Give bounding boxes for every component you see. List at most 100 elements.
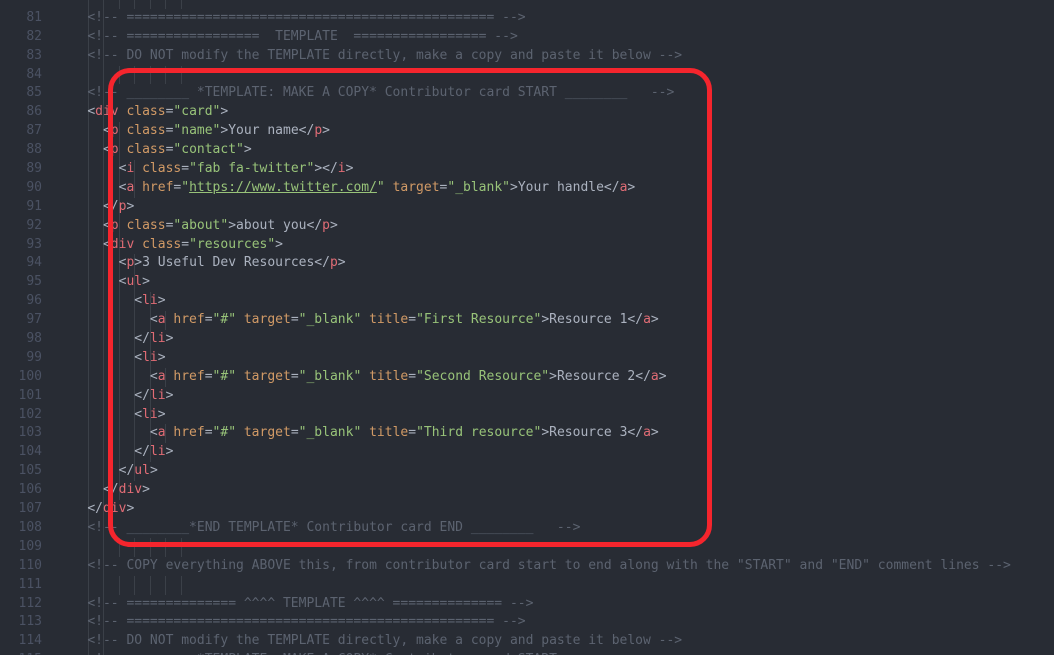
code-line[interactable]: 99 <li> <box>0 348 1054 368</box>
code-line[interactable]: 83 <!-- DO NOT modify the TEMPLATE direc… <box>0 46 1054 66</box>
code-line[interactable]: 111 <box>0 575 1054 595</box>
code-line[interactable]: 103 <a href="#" target="_blank" title="T… <box>0 424 1054 444</box>
code-line[interactable]: 109 <box>0 537 1054 557</box>
code-line[interactable] <box>0 0 1054 9</box>
code-text[interactable] <box>56 0 1054 9</box>
code-surface[interactable]: 81 <!-- ================================… <box>0 0 1054 655</box>
line-number: 111 <box>18 576 42 592</box>
code-token: href <box>173 368 205 384</box>
code-line[interactable]: 110 <!-- COPY everything ABOVE this, fro… <box>0 556 1054 576</box>
code-line[interactable]: 106 </div> <box>0 481 1054 501</box>
code-line[interactable]: 87 <p class="name">Your name</p> <box>0 122 1054 142</box>
code-text[interactable]: <!-- DO NOT modify the TEMPLATE directly… <box>56 632 1054 652</box>
indent-guides <box>56 292 1054 312</box>
code-line[interactable]: 94 <p>3 Useful Dev Resources</p> <box>0 254 1054 274</box>
code-line[interactable]: 101 </li> <box>0 386 1054 406</box>
code-text[interactable]: </div> <box>56 500 1054 519</box>
code-text[interactable]: </li> <box>56 386 1054 406</box>
code-editor[interactable]: 81 <!-- ================================… <box>0 0 1054 655</box>
code-text[interactable]: <a href="https://www.twitter.com/" targe… <box>56 178 1054 198</box>
code-text[interactable]: <!-- COPY everything ABOVE this, from co… <box>56 556 1054 576</box>
code-token: li <box>149 387 166 403</box>
code-text[interactable]: <!-- ===================================… <box>56 8 1054 28</box>
code-line[interactable]: 85 <!-- ________ *TEMPLATE: MAKE A COPY*… <box>0 84 1054 104</box>
code-text[interactable]: </ul> <box>56 462 1054 482</box>
code-text[interactable]: <li> <box>56 348 1054 368</box>
code-line[interactable]: 93 <div class="resources"> <box>0 235 1054 255</box>
code-line[interactable]: 102 <li> <box>0 405 1054 425</box>
code-text[interactable]: </li> <box>56 443 1054 463</box>
code-token: Resource 1 <box>549 312 628 328</box>
code-text[interactable] <box>56 575 1054 595</box>
code-line[interactable]: 91 </p> <box>0 197 1054 217</box>
code-text[interactable]: <li> <box>56 405 1054 425</box>
code-text[interactable]: <div class="card"> <box>56 103 1054 123</box>
code-line[interactable]: 114 <!-- DO NOT modify the TEMPLATE dire… <box>0 632 1054 652</box>
code-token: p <box>322 217 330 233</box>
code-line[interactable]: 97 <a href="#" target="_blank" title="Fi… <box>0 311 1054 331</box>
indent-guides <box>56 462 1054 482</box>
code-token: < <box>134 349 143 365</box>
code-token: target <box>392 179 440 195</box>
code-token: = <box>290 368 299 384</box>
code-line[interactable]: 81 <!-- ================================… <box>0 8 1054 28</box>
code-token: "about" <box>173 217 229 233</box>
code-text[interactable]: <!-- ________*END TEMPLATE* Contributor … <box>56 518 1054 538</box>
code-line[interactable]: 112 <!-- ============== ^^^^ TEMPLATE ^^… <box>0 594 1054 614</box>
code-text[interactable]: <p class="name">Your name</p> <box>56 122 1054 142</box>
code-text[interactable]: </p> <box>56 197 1054 217</box>
code-text[interactable] <box>56 537 1054 557</box>
code-text[interactable]: <i class="fab fa-twitter"></i> <box>56 160 1054 179</box>
code-token: "fab fa-twitter" <box>189 161 315 177</box>
code-text[interactable]: <!-- ================= TEMPLATE ========… <box>56 27 1054 47</box>
code-line[interactable]: 92 <p class="about">about you</p> <box>0 216 1054 236</box>
code-line[interactable]: 115 <!-- ________ *TEMPLATE: MAKE A COPY… <box>0 651 1054 655</box>
code-text[interactable] <box>56 65 1054 85</box>
code-line[interactable]: 84 <box>0 65 1054 85</box>
code-text[interactable]: <a href="#" target="_blank" title="Secon… <box>56 367 1054 387</box>
code-line[interactable]: 100 <a href="#" target="_blank" title="S… <box>0 367 1054 387</box>
code-token: "#" <box>212 312 237 328</box>
code-text[interactable]: <!-- ============== ^^^^ TEMPLATE ^^^^ =… <box>56 594 1054 614</box>
line-number: 85 <box>26 85 42 101</box>
code-line[interactable]: 104 </li> <box>0 443 1054 463</box>
code-text[interactable]: <ul> <box>56 273 1054 293</box>
code-line[interactable]: 95 <ul> <box>0 273 1054 293</box>
code-token: = <box>181 236 190 252</box>
code-text[interactable]: <p class="about">about you</p> <box>56 216 1054 236</box>
code-line[interactable]: 86 <div class="card"> <box>0 103 1054 123</box>
code-line[interactable]: 98 </li> <box>0 330 1054 349</box>
code-text[interactable]: <div class="resources"> <box>56 235 1054 255</box>
code-text[interactable]: <li> <box>56 292 1054 312</box>
code-text[interactable]: <p class="contact"> <box>56 141 1054 161</box>
code-token: target <box>243 425 291 441</box>
code-text[interactable]: <p>3 Useful Dev Resources</p> <box>56 254 1054 274</box>
code-text[interactable]: <!-- DO NOT modify the TEMPLATE directly… <box>56 46 1054 66</box>
code-token: title <box>369 425 409 441</box>
code-line[interactable]: 108 <!-- ________*END TEMPLATE* Contribu… <box>0 518 1054 538</box>
code-line[interactable]: 96 <li> <box>0 292 1054 312</box>
code-token: li <box>142 406 158 422</box>
code-text[interactable]: <!-- ________ *TEMPLATE: MAKE A COPY* Co… <box>56 651 1054 655</box>
code-token: </ <box>87 501 103 517</box>
code-line[interactable]: 113 <!-- ===============================… <box>0 613 1054 633</box>
code-text[interactable]: </div> <box>56 481 1054 501</box>
code-text[interactable]: <a href="#" target="_blank" title="First… <box>56 311 1054 331</box>
code-line[interactable]: 88 <p class="contact"> <box>0 141 1054 161</box>
code-line[interactable]: 105 </ul> <box>0 462 1054 482</box>
code-line[interactable]: 82 <!-- ================= TEMPLATE =====… <box>0 27 1054 47</box>
code-token: "Second Resource" <box>416 368 550 384</box>
code-text[interactable]: </li> <box>56 330 1054 349</box>
code-line[interactable]: 107 </div> <box>0 500 1054 519</box>
code-text[interactable]: <!-- ________ *TEMPLATE: MAKE A COPY* Co… <box>56 84 1054 104</box>
code-text[interactable]: <!-- ===================================… <box>56 613 1054 633</box>
code-line[interactable]: 89 <i class="fab fa-twitter"></i> <box>0 160 1054 179</box>
code-line[interactable]: 90 <a href="https://www.twitter.com/" ta… <box>0 178 1054 198</box>
code-token: "#" <box>212 425 237 441</box>
code-text[interactable]: <a href="#" target="_blank" title="Third… <box>56 424 1054 444</box>
